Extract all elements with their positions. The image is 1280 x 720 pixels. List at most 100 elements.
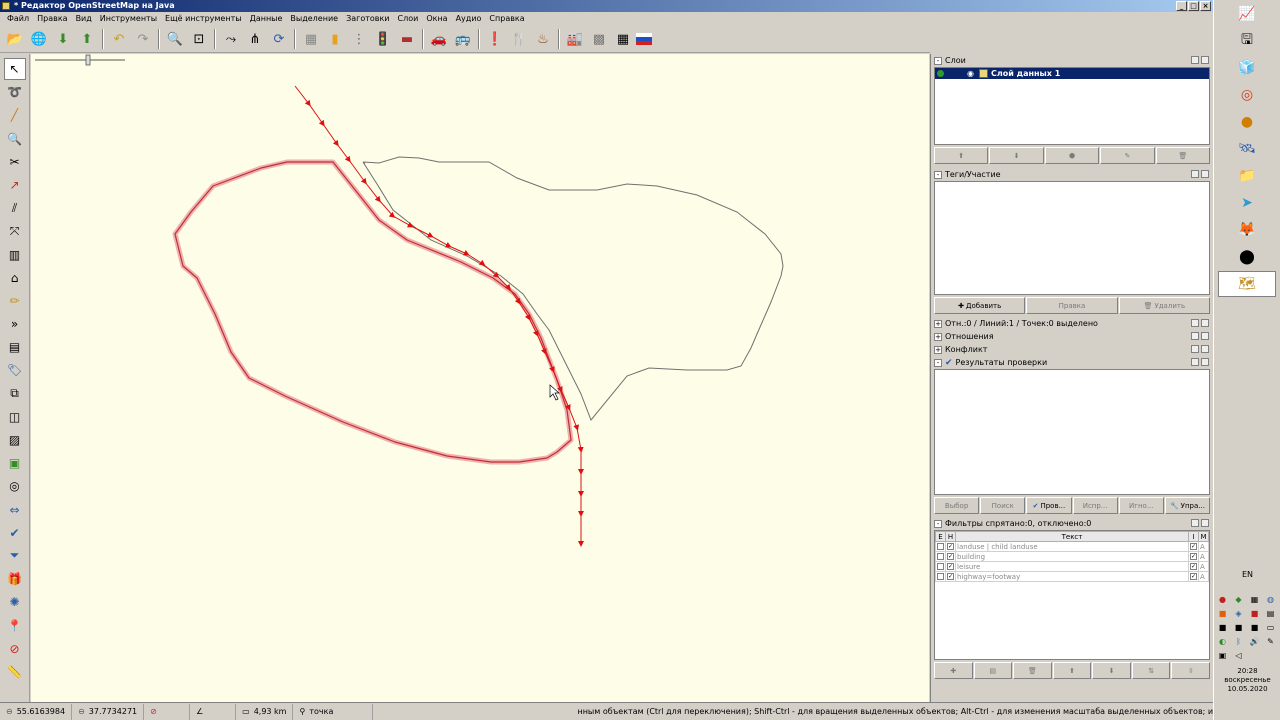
- selected-area-halo[interactable]: [172, 159, 574, 465]
- preferences-icon[interactable]: 🔍: [164, 28, 186, 50]
- photo-icon[interactable]: ▣: [4, 452, 26, 474]
- filter-row[interactable]: ✓ leisure ✓ A: [935, 561, 1209, 572]
- hide-checkbox[interactable]: ✓: [947, 573, 954, 580]
- obs-icon[interactable]: ⬤: [1218, 244, 1276, 270]
- display-icon[interactable]: ▣: [1218, 651, 1228, 661]
- gallery-icon[interactable]: ▦: [1250, 595, 1260, 605]
- gift-icon[interactable]: 🎁: [4, 568, 26, 590]
- speaker-icon[interactable]: ◁: [1234, 651, 1244, 661]
- menu-more-tools[interactable]: Ещё инструменты: [161, 14, 246, 23]
- no-entry-icon[interactable]: ⊘: [4, 638, 26, 660]
- conflict-panel-header[interactable]: + Конфликт: [931, 343, 1213, 356]
- menu-data[interactable]: Данные: [246, 14, 287, 23]
- zoom-tool-icon[interactable]: 🔍: [4, 128, 26, 150]
- validation-panel-header[interactable]: - ✔ Результаты проверки: [931, 356, 1213, 369]
- open-location-icon[interactable]: 🌐: [28, 28, 50, 50]
- clock[interactable]: 20:28 воскресенье 10.05.2020: [1214, 667, 1280, 694]
- paint-icon[interactable]: 🧊: [1218, 55, 1276, 81]
- delete-tool-icon[interactable]: ✂: [4, 151, 26, 173]
- orange-app-icon[interactable]: ■: [1218, 609, 1228, 619]
- preset-pattern-icon[interactable]: ▩: [588, 28, 610, 50]
- ignore-button[interactable]: Игно...: [1118, 497, 1164, 514]
- detach-icon[interactable]: [1191, 345, 1199, 353]
- open-file-icon[interactable]: 📂: [4, 28, 26, 50]
- menu-audio[interactable]: Аудио: [452, 14, 486, 23]
- preset-poi-icon[interactable]: ❗: [484, 28, 506, 50]
- pencil-icon[interactable]: ✏: [4, 290, 26, 312]
- filter-row[interactable]: ✓ building ✓ A: [935, 551, 1209, 562]
- delete-tag-button[interactable]: 🗑 Удалить: [1118, 297, 1210, 314]
- col-inverted[interactable]: I: [1188, 531, 1199, 542]
- marker-icon[interactable]: 📍: [4, 615, 26, 637]
- filter-tools-icon[interactable]: ⇳: [1171, 662, 1211, 679]
- preset-wall-icon[interactable]: ▦: [300, 28, 322, 50]
- vpn-icon[interactable]: ◐: [1218, 637, 1228, 647]
- more-tools-icon[interactable]: »: [4, 313, 26, 335]
- layers-panel-header[interactable]: - Слои: [931, 54, 1213, 67]
- black-app-icon[interactable]: ■: [1218, 623, 1228, 633]
- red-app-icon[interactable]: ■: [1250, 609, 1260, 619]
- sort-icon[interactable]: ⇅: [1131, 662, 1171, 679]
- collapse-toggle[interactable]: -: [934, 358, 942, 367]
- funnel-icon[interactable]: ⏷: [4, 545, 26, 567]
- black-app-icon[interactable]: ■: [1250, 623, 1260, 633]
- menu-selection[interactable]: Выделение: [286, 14, 342, 23]
- split-icon[interactable]: ⋔: [244, 28, 266, 50]
- selection-panel-header[interactable]: + Отн.:0 / Линий:1 / Точек:0 выделено: [931, 317, 1213, 330]
- filters-panel-header[interactable]: - Фильтры спрятано:0, отключено:0: [931, 517, 1213, 530]
- detach-icon[interactable]: [1191, 56, 1199, 64]
- preset-bus-icon[interactable]: 🚌: [452, 28, 474, 50]
- tray-app-icon[interactable]: ●: [1218, 595, 1228, 605]
- edit-filter-icon[interactable]: ▤: [973, 662, 1013, 679]
- globe-icon[interactable]: ◍: [1266, 595, 1276, 605]
- filter-up-icon[interactable]: ⬆: [1052, 662, 1092, 679]
- ruler-icon[interactable]: 📏: [4, 661, 26, 683]
- simplify-icon[interactable]: ⤳: [220, 28, 242, 50]
- preset-track-icon[interactable]: ⋮: [348, 28, 370, 50]
- draw-tool-icon[interactable]: ╱: [4, 104, 26, 126]
- detach-icon[interactable]: [1191, 170, 1199, 178]
- enable-checkbox[interactable]: [937, 553, 944, 560]
- spreadsheet-icon[interactable]: 📈: [1218, 1, 1276, 27]
- monitor-icon[interactable]: ▭: [1266, 623, 1276, 633]
- close-icon[interactable]: [1201, 358, 1209, 366]
- preset-barrier-icon[interactable]: ▬: [396, 28, 418, 50]
- close-icon[interactable]: [1201, 56, 1209, 64]
- edit-icon[interactable]: ✎: [1100, 147, 1155, 164]
- validate-icon[interactable]: ▨: [4, 429, 26, 451]
- extrude-icon[interactable]: ⤧: [4, 220, 26, 242]
- menu-windows[interactable]: Окна: [422, 14, 451, 23]
- blue-arrows-icon[interactable]: ⇔: [4, 499, 26, 521]
- pdf-icon[interactable]: ●: [1218, 109, 1276, 135]
- area-icon[interactable]: ▤: [4, 336, 26, 358]
- undo-icon[interactable]: ↶: [108, 28, 130, 50]
- maximize-button[interactable]: □: [1188, 1, 1199, 11]
- visible-check-icon[interactable]: [937, 70, 944, 77]
- tag-icon[interactable]: 🏷: [4, 359, 26, 381]
- building-icon[interactable]: ▥: [4, 244, 26, 266]
- geo-icon[interactable]: ✺: [4, 591, 26, 613]
- menu-view[interactable]: Вид: [72, 14, 96, 23]
- preset-restaurant-icon[interactable]: 🍴: [508, 28, 530, 50]
- folder-icon[interactable]: 📁: [1218, 163, 1276, 189]
- lookup-button[interactable]: Поиск: [980, 497, 1026, 514]
- eye-icon[interactable]: ◉: [967, 69, 974, 78]
- detach-icon[interactable]: [1191, 519, 1199, 527]
- filter-icon[interactable]: ◎: [4, 475, 26, 497]
- download-icon[interactable]: ⬇: [52, 28, 74, 50]
- menu-presets[interactable]: Заготовки: [342, 14, 393, 23]
- select-tool-icon[interactable]: ↖: [3, 58, 26, 80]
- tags-panel-header[interactable]: - Теги/Участие: [931, 168, 1213, 181]
- manage-button[interactable]: 🔧 Упра...: [1164, 497, 1211, 514]
- selected-area-outline[interactable]: [174, 161, 572, 463]
- preset-flag-icon[interactable]: [636, 33, 652, 45]
- satellite-icon[interactable]: 🛰: [1218, 136, 1276, 162]
- preset-traffic-light-icon[interactable]: 🚦: [372, 28, 394, 50]
- merge-icon[interactable]: ⬢: [1044, 147, 1100, 164]
- enable-checkbox[interactable]: [937, 543, 944, 550]
- hide-checkbox[interactable]: ✓: [947, 543, 954, 550]
- close-icon[interactable]: [1201, 170, 1209, 178]
- map-canvas[interactable]: [31, 54, 929, 702]
- menu-edit[interactable]: Правка: [33, 14, 71, 23]
- landuse-polygon[interactable]: [362, 156, 784, 421]
